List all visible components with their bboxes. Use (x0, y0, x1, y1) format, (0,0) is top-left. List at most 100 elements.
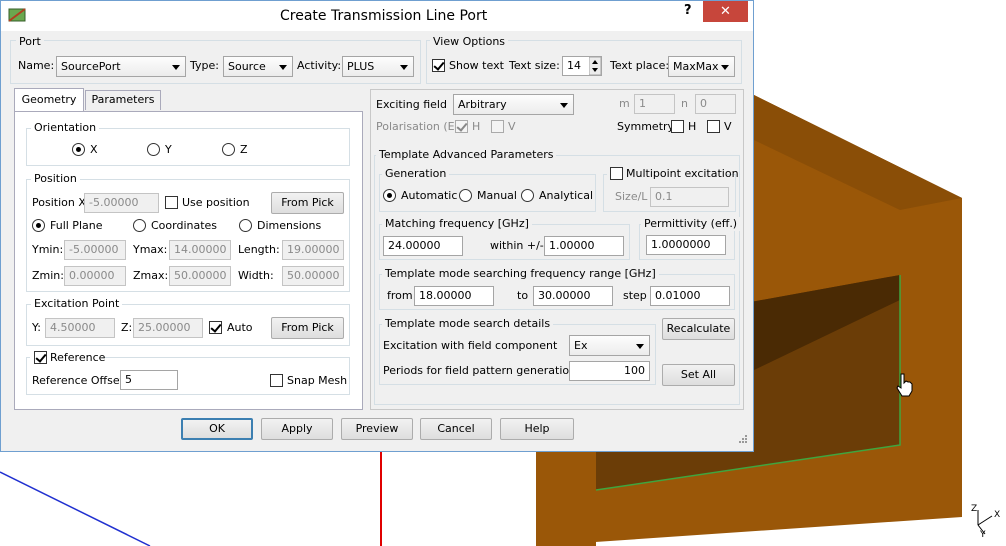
zmax-field[interactable]: 50.00000 (169, 266, 231, 286)
position-x-label: Position X (32, 196, 86, 209)
generation-analytical-radio[interactable] (521, 189, 534, 202)
ymin-field[interactable]: -5.00000 (64, 240, 126, 260)
reference-checkbox[interactable] (34, 351, 47, 364)
within-label: within +/- (490, 239, 544, 252)
chevron-down-icon (721, 65, 729, 70)
permittivity-title: Permittivity (eff.) (641, 217, 741, 231)
port-name-combo[interactable]: SourcePort (56, 56, 186, 77)
excitation-component-combo[interactable]: Ex (569, 335, 650, 356)
tab-geometry[interactable]: Geometry (14, 88, 84, 112)
range-from-field[interactable]: 18.00000 (414, 286, 494, 306)
ok-button[interactable]: OK (181, 418, 253, 440)
dimensions-radio[interactable] (239, 219, 252, 232)
exciting-field-label: Exciting field (376, 98, 447, 111)
generation-automatic-label: Automatic (401, 189, 458, 202)
width-field[interactable]: 50.00000 (282, 266, 344, 286)
resize-grip-icon[interactable] (736, 434, 748, 446)
within-field[interactable]: 1.00000 (544, 236, 624, 256)
width-value: 50.00000 (287, 269, 340, 282)
coordinates-radio[interactable] (133, 219, 146, 232)
axis-x-label: X (994, 510, 1001, 520)
symmetry-h-checkbox[interactable] (671, 120, 684, 133)
close-button[interactable]: ✕ (703, 1, 748, 22)
n-field[interactable]: 0 (695, 94, 736, 114)
position-from-pick-button[interactable]: From Pick (271, 192, 344, 214)
text-place-combo[interactable]: MaxMax (668, 56, 735, 77)
text-size-value: 14 (567, 59, 581, 72)
range-from-label: from (387, 289, 413, 302)
generation-automatic-radio[interactable] (383, 189, 396, 202)
position-x-field[interactable]: -5.00000 (84, 193, 159, 213)
periods-field[interactable]: 100 (569, 361, 650, 381)
symmetry-label: Symmetry (617, 120, 675, 133)
use-position-checkbox[interactable] (165, 196, 178, 209)
axis-y-label: Y (980, 530, 986, 540)
reference-offset-field[interactable]: 5 (120, 370, 178, 390)
help-label: Help (524, 422, 550, 435)
length-field[interactable]: 19.00000 (282, 240, 344, 260)
port-name-value: SourcePort (61, 60, 121, 73)
symmetry-v-checkbox[interactable] (707, 120, 720, 133)
chevron-down-icon (636, 344, 644, 349)
m-field[interactable]: 1 (634, 94, 675, 114)
ymax-field[interactable]: 14.00000 (169, 240, 231, 260)
n-label: n (681, 97, 688, 110)
apply-button[interactable]: Apply (261, 418, 333, 440)
size-l-field[interactable]: 0.1 (650, 187, 729, 207)
cancel-label: Cancel (437, 422, 475, 435)
excitation-from-pick-label: From Pick (281, 321, 334, 334)
preview-label: Preview (355, 422, 399, 435)
help-icon[interactable]: ? (684, 4, 692, 18)
generation-manual-label: Manual (477, 189, 517, 202)
full-plane-radio[interactable] (32, 219, 45, 232)
help-button[interactable]: Help (500, 418, 574, 440)
generation-title: Generation (382, 167, 450, 181)
excitation-from-pick-button[interactable]: From Pick (271, 317, 344, 339)
range-step-field[interactable]: 0.01000 (650, 286, 730, 306)
polarisation-h-checkbox[interactable] (455, 120, 468, 133)
generation-manual-radio[interactable] (459, 189, 472, 202)
dimensions-label: Dimensions (257, 219, 322, 232)
zmin-field[interactable]: 0.00000 (64, 266, 126, 286)
permittivity-value: 1.0000000 (651, 238, 711, 251)
auto-checkbox[interactable] (209, 321, 222, 334)
frequency-range-title: Template mode searching frequency range … (382, 267, 659, 281)
orientation-z-radio[interactable] (222, 143, 235, 156)
port-type-combo[interactable]: Source (223, 56, 293, 77)
app-icon (8, 8, 26, 22)
use-position-label: Use position (182, 196, 250, 209)
preview-button[interactable]: Preview (341, 418, 413, 440)
permittivity-field[interactable]: 1.0000000 (646, 235, 726, 255)
excitation-y-field[interactable]: 4.50000 (45, 318, 115, 338)
width-label: Width: (238, 269, 274, 282)
port-name-label: Name: (18, 59, 55, 72)
zmax-label: Zmax: (133, 269, 169, 282)
exciting-field-combo[interactable]: Arbitrary (453, 94, 574, 115)
recalculate-button[interactable]: Recalculate (662, 318, 735, 340)
tab-geometry-label: Geometry (21, 93, 77, 106)
m-label: m (619, 97, 630, 110)
ymin-value: -5.00000 (69, 243, 119, 256)
close-icon: ✕ (720, 4, 731, 19)
tab-parameters[interactable]: Parameters (85, 90, 161, 110)
set-all-button[interactable]: Set All (662, 364, 735, 386)
orientation-x-radio[interactable] (72, 143, 85, 156)
excitation-z-label: Z: (121, 321, 133, 334)
orientation-y-radio[interactable] (147, 143, 160, 156)
full-plane-label: Full Plane (50, 219, 103, 232)
matching-frequency-title: Matching frequency [GHz] (382, 217, 532, 231)
spin-arrows-icon[interactable] (589, 57, 601, 75)
multipoint-checkbox[interactable] (610, 167, 623, 180)
position-title: Position (31, 172, 80, 186)
show-text-checkbox[interactable] (432, 59, 445, 72)
polarisation-v-checkbox[interactable] (491, 120, 504, 133)
port-activity-combo[interactable]: PLUS (342, 56, 414, 77)
excitation-z-field[interactable]: 25.00000 (133, 318, 203, 338)
range-to-field[interactable]: 30.00000 (533, 286, 613, 306)
excitation-y-label: Y: (32, 321, 41, 334)
snap-mesh-checkbox[interactable] (270, 374, 283, 387)
size-l-label: Size/L (615, 190, 648, 203)
cancel-button[interactable]: Cancel (420, 418, 492, 440)
generation-analytical-label: Analytical (539, 189, 594, 202)
matching-frequency-field[interactable]: 24.00000 (383, 236, 463, 256)
